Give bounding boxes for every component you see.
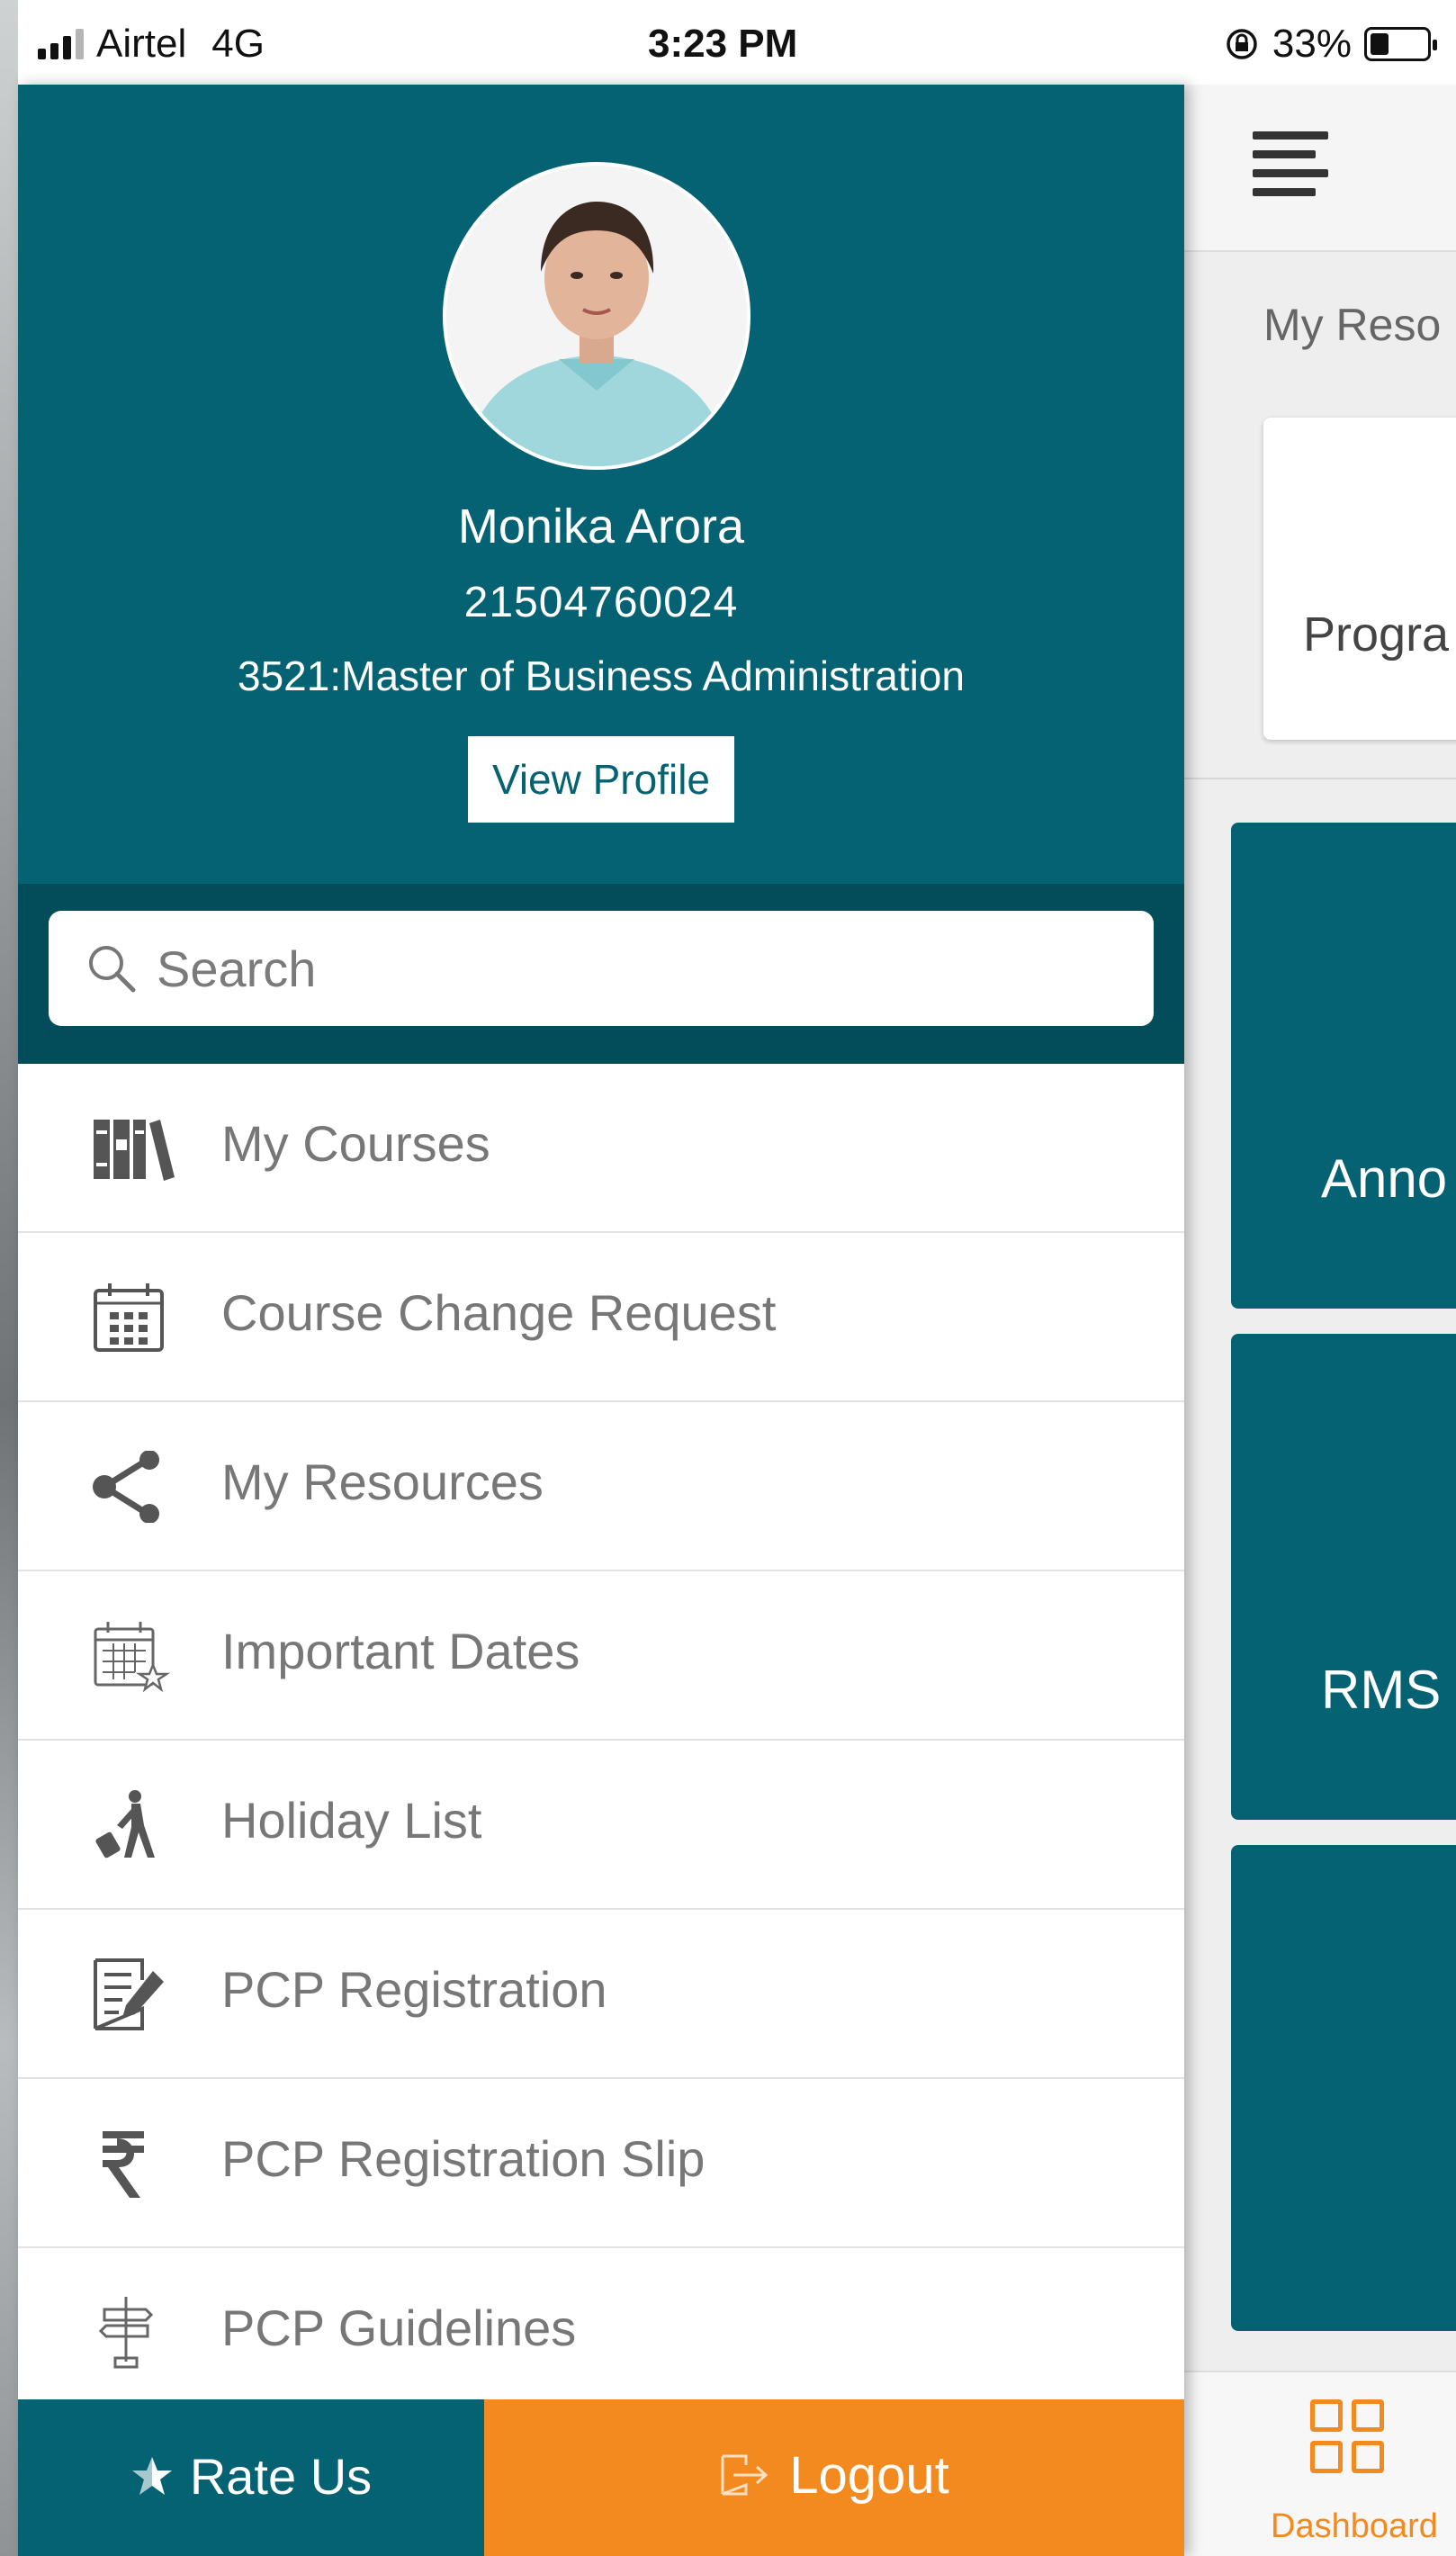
avatar[interactable] xyxy=(443,162,750,470)
bottom-nav-dashboard-label[interactable]: Dashboard xyxy=(1271,2507,1438,2546)
menu-item-pcp-registration-slip[interactable]: PCP Registration Slip xyxy=(18,2079,1184,2248)
rate-us-label: Rate Us xyxy=(189,2447,373,2505)
menu-item-label: Course Change Request xyxy=(221,1284,777,1341)
status-left: Airtel 4G xyxy=(38,22,265,67)
tile-label: RMS xyxy=(1321,1660,1442,1720)
background-edge xyxy=(0,0,18,2556)
menu-item-pcp-guidelines[interactable]: PCP Guidelines xyxy=(18,2248,1184,2417)
network-type: 4G xyxy=(211,22,265,66)
divider xyxy=(1184,778,1456,779)
program-card-label: Progra xyxy=(1303,608,1450,662)
signpost-icon xyxy=(98,2297,154,2369)
status-bar: Airtel 4G 3:23 PM 33% xyxy=(18,0,1456,85)
traveler-icon xyxy=(95,1790,155,1858)
tile-label: Anno xyxy=(1321,1148,1448,1209)
battery-percent: 33% xyxy=(1272,22,1352,66)
hamburger-menu-icon[interactable] xyxy=(1253,131,1328,203)
menu-item-label: My Resources xyxy=(221,1454,544,1510)
view-profile-button[interactable]: View Profile xyxy=(468,736,734,823)
search-bar xyxy=(18,884,1184,1064)
bottom-nav: Dashboard xyxy=(1184,2371,1456,2556)
share-icon xyxy=(93,1451,159,1523)
star-icon xyxy=(131,2457,172,2496)
menu-item-label: Important Dates xyxy=(221,1623,580,1679)
books-icon xyxy=(94,1120,175,1181)
profile-header: Monika Arora 21504760024 3521:Master of … xyxy=(18,85,1184,884)
profile-name: Monika Arora xyxy=(457,500,745,554)
menu-item-important-dates[interactable]: Important Dates xyxy=(18,1571,1184,1741)
logout-button[interactable]: Logout xyxy=(484,2399,1184,2556)
dashboard-tile[interactable] xyxy=(1231,1845,1456,2331)
drawer-footer: Rate Us Logout xyxy=(18,2399,1184,2556)
enrollment-number: 21504760024 xyxy=(463,579,739,626)
navigation-drawer: Monika Arora 21504760024 3521:Master of … xyxy=(18,85,1184,2556)
search-icon xyxy=(89,946,136,993)
battery-icon xyxy=(1364,27,1437,61)
logout-label: Logout xyxy=(789,2445,949,2505)
search-box[interactable] xyxy=(49,911,1154,1026)
avatar-photo xyxy=(446,166,747,466)
rate-us-button[interactable]: Rate Us xyxy=(18,2399,484,2556)
main-header xyxy=(1184,85,1456,252)
orientation-lock-icon xyxy=(1227,29,1257,59)
carrier-name: Airtel xyxy=(96,22,187,66)
status-right: 33% xyxy=(1224,22,1437,67)
logout-icon xyxy=(721,2454,768,2496)
dashboard-tile[interactable]: RMS xyxy=(1231,1334,1456,1820)
program-name: 3521:Master of Business Administration xyxy=(238,652,965,699)
menu-item-label: Holiday List xyxy=(221,1792,482,1849)
edit-document-icon xyxy=(94,1958,164,2030)
menu-item-pcp-registration[interactable]: PCP Registration xyxy=(18,1910,1184,2079)
signal-icon xyxy=(38,29,84,59)
search-input[interactable] xyxy=(157,929,1128,1008)
rupee-icon xyxy=(103,2131,144,2198)
drawer-menu: My Courses Course Change Request My Reso… xyxy=(18,1064,1184,2417)
menu-item-label: PCP Guidelines xyxy=(221,2300,577,2356)
menu-item-label: PCP Registration Slip xyxy=(221,2130,706,2187)
status-time: 3:23 PM xyxy=(648,22,798,66)
program-card[interactable]: Progra xyxy=(1263,418,1456,740)
calendar-star-icon xyxy=(94,1622,171,1692)
menu-item-my-resources[interactable]: My Resources xyxy=(18,1402,1184,1571)
menu-item-my-courses[interactable]: My Courses xyxy=(18,1064,1184,1233)
dashboard-grid-icon[interactable] xyxy=(1310,2399,1386,2475)
dashboard-tile[interactable]: Anno xyxy=(1231,823,1456,1309)
menu-item-label: PCP Registration xyxy=(221,1961,607,2018)
menu-item-holiday-list[interactable]: Holiday List xyxy=(18,1741,1184,1910)
section-label: My Reso xyxy=(1263,300,1442,350)
main-screen: My Reso Progra Anno RMS Dashboard xyxy=(1184,85,1456,2556)
menu-item-label: My Courses xyxy=(221,1115,490,1172)
menu-item-course-change-request[interactable]: Course Change Request xyxy=(18,1233,1184,1402)
calendar-grid-icon xyxy=(94,1283,164,1352)
